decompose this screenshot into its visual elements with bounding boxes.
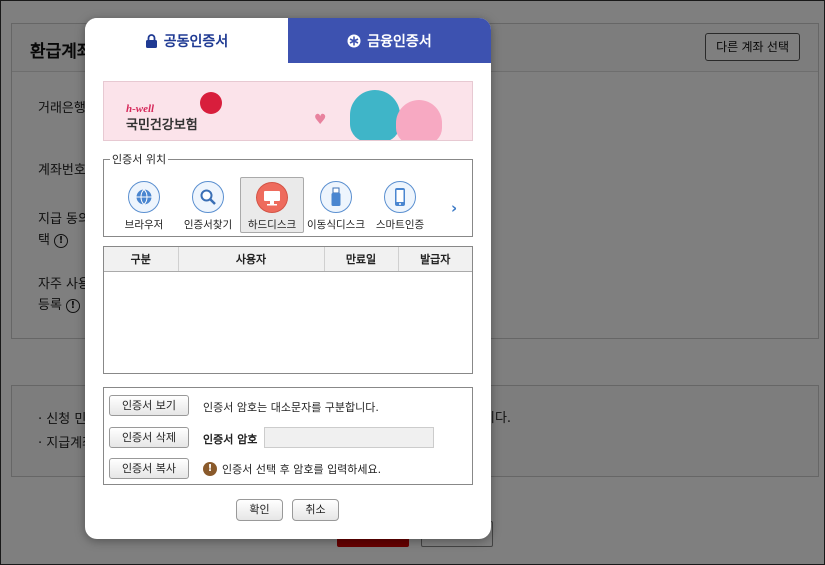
location-legend: 인증서 위치 (112, 153, 167, 166)
heart-logo-icon (200, 92, 222, 114)
certificate-list[interactable]: 구분 사용자 만료일 발급자 (103, 246, 473, 374)
case-sensitive-hint: 인증서 암호는 대소문자를 구분합니다. (203, 401, 379, 414)
banner-brand-name: 국민건강보험 (126, 118, 198, 133)
tab-finance-label: 금융인증서 (367, 33, 432, 50)
finance-cert-icon (347, 34, 361, 47)
mascot-character-icon (396, 100, 442, 140)
certificate-actions: 인증서 보기 인증서 삭제 인증서 복사 인증서 암호는 대소문자를 구분합니다… (103, 387, 473, 485)
globe-icon (136, 189, 152, 205)
column-issuer[interactable]: 발급자 (398, 247, 472, 272)
column-type[interactable]: 구분 (104, 247, 179, 272)
copy-certificate-button[interactable]: 인증서 복사 (109, 458, 189, 479)
lock-icon (145, 33, 157, 48)
location-smart-auth[interactable]: 스마트인증 (368, 177, 432, 233)
tab-joint-certificate[interactable]: 공동인증서 (85, 18, 288, 63)
location-removable-disk[interactable]: 이동식디스크 (304, 177, 368, 233)
warning-icon: ! (203, 462, 217, 476)
certificate-tabs: 공동인증서 금융인증서 (85, 18, 491, 63)
certificate-password-field[interactable] (264, 427, 434, 448)
warning-text: 인증서 선택 후 암호를 입력하세요. (222, 463, 382, 476)
phone-icon (395, 188, 405, 206)
view-certificate-button[interactable]: 인증서 보기 (109, 395, 189, 416)
tab-joint-label: 공동인증서 (163, 33, 229, 50)
monitor-icon (264, 190, 280, 205)
certificate-dialog: 공동인증서 금융인증서 h-well 국민건강보험 ♥ 인증서 위치 브라우저 … (85, 18, 491, 539)
confirm-button[interactable]: 확인 (236, 499, 283, 521)
cancel-button[interactable]: 취소 (292, 499, 339, 521)
usb-icon (331, 187, 341, 206)
column-user[interactable]: 사용자 (178, 247, 325, 272)
delete-certificate-button[interactable]: 인증서 삭제 (109, 427, 189, 448)
tab-finance-certificate[interactable]: 금융인증서 (288, 18, 491, 63)
heart-decoration-icon: ♥ (314, 112, 327, 128)
magnifier-icon (200, 189, 216, 205)
location-hard-disk[interactable]: 하드디스크 (240, 177, 304, 233)
certificate-table: 구분 사용자 만료일 발급자 (104, 247, 472, 272)
certificate-table-header: 구분 사용자 만료일 발급자 (104, 247, 472, 272)
location-find-certificate[interactable]: 인증서찾기 (176, 177, 240, 233)
column-expiry[interactable]: 만료일 (324, 247, 399, 272)
mascot-character-icon (350, 90, 400, 140)
password-warning: ! 인증서 선택 후 암호를 입력하세요. (203, 461, 381, 477)
password-label: 인증서 암호 (203, 433, 258, 446)
certificate-location: 인증서 위치 브라우저 인증서찾기 하드디스크 이동식디스크 스마트인증 › (103, 151, 473, 237)
nhis-banner: h-well 국민건강보험 ♥ (103, 81, 473, 141)
next-location-arrow-icon[interactable]: › (451, 199, 457, 217)
location-browser[interactable]: 브라우저 (112, 177, 176, 233)
